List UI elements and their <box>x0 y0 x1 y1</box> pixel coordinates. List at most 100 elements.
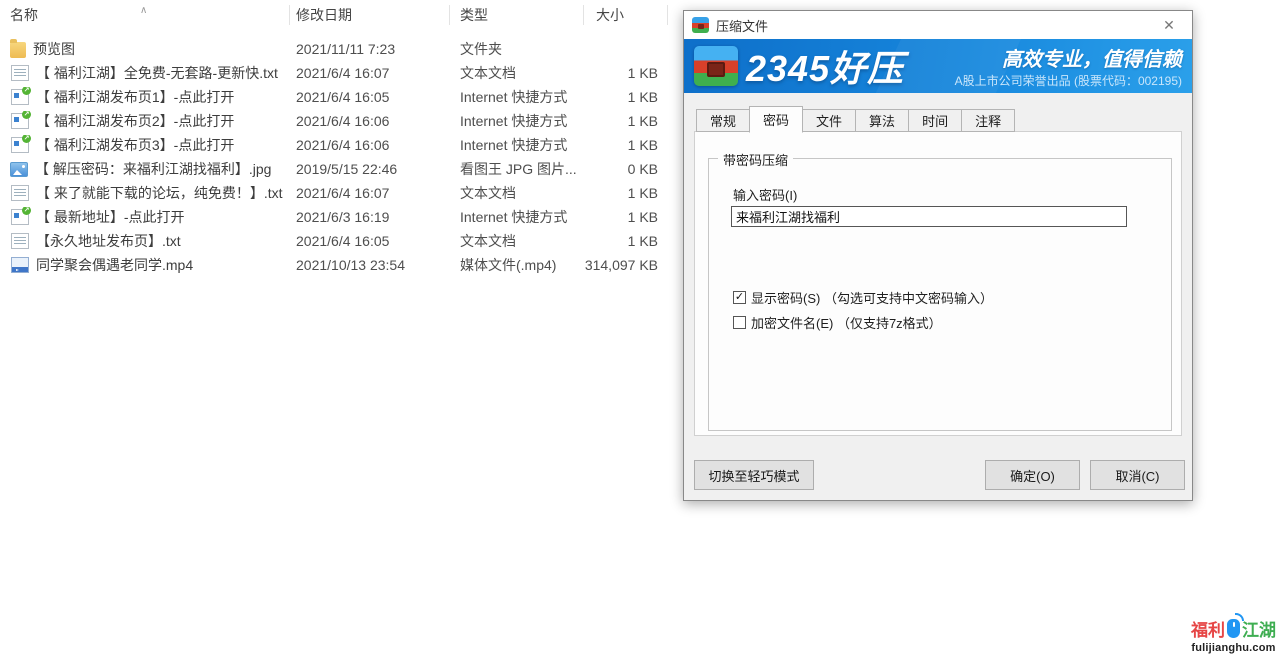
file-size: 1 KB <box>584 209 668 225</box>
password-tab-panel: 带密码压缩 输入密码(I) ✓显示密码(S) （勾选可支持中文密码输入） 加密文件… <box>694 131 1182 436</box>
url-shortcut-icon <box>11 137 29 153</box>
file-type: Internet 快捷方式 <box>450 111 584 131</box>
file-type: 看图王 JPG 图片... <box>450 159 584 179</box>
file-name: 【 福利江湖发布页3】-点此打开 <box>36 135 234 155</box>
file-size: 314,097 KB <box>584 257 668 273</box>
file-row[interactable]: 【永久地址发布页】.txt 2021/6/4 16:05文本文档1 KB <box>0 229 680 253</box>
banner-subtitle: A股上市公司荣誉出品 (股票代码：002195) <box>955 74 1182 88</box>
dialog-titlebar[interactable]: 压缩文件 ✕ <box>684 11 1192 39</box>
folder-icon <box>10 42 26 58</box>
compress-dialog: 压缩文件 ✕ 2345好压 高效专业，值得信赖 A股上市公司荣誉出品 (股票代码… <box>683 10 1193 501</box>
tab-password[interactable]: 密码 <box>749 106 803 133</box>
file-name: 【 福利江湖发布页1】-点此打开 <box>36 87 234 107</box>
url-shortcut-icon <box>11 113 29 129</box>
haozip-logo-icon <box>694 46 738 86</box>
file-date: 2021/6/4 16:07 <box>290 185 450 201</box>
file-row[interactable]: 【 福利江湖发布页3】-点此打开 2021/6/4 16:06Internet 快… <box>0 133 680 157</box>
column-header-type[interactable]: 类型 <box>450 5 584 25</box>
brand-name: 2345好压 <box>746 40 904 92</box>
file-date: 2019/5/15 22:46 <box>290 161 450 177</box>
file-rows: 预览图2021/11/11 7:23文件夹【 福利江湖】全免费-无套路-更新快.… <box>0 37 680 277</box>
url-shortcut-icon <box>11 209 29 225</box>
file-size: 1 KB <box>584 233 668 249</box>
file-row[interactable]: 【 福利江湖发布页1】-点此打开 2021/6/4 16:05Internet 快… <box>0 85 680 109</box>
site-domain: fulijianghu.com <box>1191 642 1276 654</box>
file-name: 【 福利江湖】全免费-无套路-更新快.txt <box>36 63 278 83</box>
file-date: 2021/6/4 16:05 <box>290 89 450 105</box>
column-header-size[interactable]: 大小 <box>584 5 668 25</box>
file-date: 2021/11/11 7:23 <box>290 41 450 57</box>
file-size: 1 KB <box>584 137 668 153</box>
password-input[interactable] <box>731 206 1127 227</box>
checkbox-group: ✓显示密码(S) （勾选可支持中文密码输入） 加密文件名(E) （仅支持7z格式） <box>733 285 993 335</box>
file-date: 2021/10/13 23:54 <box>290 257 450 273</box>
switch-lite-mode-button[interactable]: 切换至轻巧模式 <box>694 460 814 490</box>
file-size: 1 KB <box>584 185 668 201</box>
file-date: 2021/6/4 16:06 <box>290 137 450 153</box>
text-file-icon <box>11 185 29 201</box>
tab-algorithm[interactable]: 算法 <box>855 109 909 132</box>
file-row[interactable]: 【 解压密码：来福利江湖找福利】.jpg 2019/5/15 22:46看图王 J… <box>0 157 680 181</box>
file-size: 1 KB <box>584 113 668 129</box>
show-password-checkbox[interactable]: ✓显示密码(S) （勾选可支持中文密码输入） <box>733 285 993 310</box>
file-date: 2021/6/4 16:07 <box>290 65 450 81</box>
column-headers: 名称 ∧ 修改日期 类型 大小 <box>0 4 668 26</box>
file-name: 【 解压密码：来福利江湖找福利】.jpg <box>35 159 271 179</box>
file-type: Internet 快捷方式 <box>450 87 584 107</box>
file-size: 1 KB <box>584 65 668 81</box>
tab-time[interactable]: 时间 <box>908 109 962 132</box>
cancel-button[interactable]: 取消(C) <box>1090 460 1185 490</box>
desktop: 名称 ∧ 修改日期 类型 大小 预览图2021/11/11 7:23文件夹【 福… <box>0 0 1280 662</box>
encrypt-filenames-checkbox[interactable]: 加密文件名(E) （仅支持7z格式） <box>733 310 993 335</box>
tab-general[interactable]: 常规 <box>696 109 750 132</box>
file-name: 【永久地址发布页】.txt <box>36 231 181 251</box>
column-header-name-label: 名称 <box>10 7 38 23</box>
dialog-tabs: 常规密码文件算法时间注释 <box>696 105 1014 132</box>
file-row[interactable]: 预览图 2021/11/11 7:23文件夹 <box>0 37 680 61</box>
site-logo-title: 福利 江湖 <box>1191 616 1276 641</box>
haozip-app-icon <box>692 17 709 33</box>
tab-comment[interactable]: 注释 <box>961 109 1015 132</box>
file-type: Internet 快捷方式 <box>450 135 584 155</box>
file-row[interactable]: 【 来了就能下载的论坛，纯免费！】.txt2021/6/4 16:07文本文档1… <box>0 181 680 205</box>
site-logo: 福利 江湖 fulijianghu.com <box>1191 616 1276 654</box>
password-input-label: 输入密码(I) <box>733 185 797 204</box>
url-shortcut-icon <box>11 89 29 105</box>
password-groupbox-title: 带密码压缩 <box>718 150 793 169</box>
column-header-date[interactable]: 修改日期 <box>290 5 450 25</box>
column-header-name[interactable]: 名称 ∧ <box>10 5 290 25</box>
sort-ascending-icon: ∧ <box>140 1 147 21</box>
tab-files[interactable]: 文件 <box>802 109 856 132</box>
text-file-icon <box>11 65 29 81</box>
banner-slogan: 高效专业，值得信赖 <box>1002 49 1182 71</box>
password-groupbox: 带密码压缩 输入密码(I) ✓显示密码(S) （勾选可支持中文密码输入）加密文件… <box>708 158 1172 431</box>
file-type: 媒体文件(.mp4) <box>450 255 584 275</box>
ok-button[interactable]: 确定(O) <box>985 460 1080 490</box>
site-logo-right: 江湖 <box>1242 616 1276 641</box>
haozip-banner: 2345好压 高效专业，值得信赖 A股上市公司荣誉出品 (股票代码：002195… <box>684 39 1192 93</box>
file-name: 同学聚会偶遇老同学.mp4 <box>36 255 193 275</box>
file-row[interactable]: 同学聚会偶遇老同学.mp4 2021/10/13 23:54媒体文件(.mp4)3… <box>0 253 680 277</box>
file-type: Internet 快捷方式 <box>450 207 584 227</box>
file-size: 0 KB <box>584 161 668 177</box>
checkbox-label: 加密文件名(E) （仅支持7z格式） <box>751 313 942 332</box>
file-name: 【 最新地址】-点此打开 <box>36 207 185 227</box>
file-name: 【 福利江湖发布页2】-点此打开 <box>36 111 234 131</box>
file-name: 预览图 <box>33 39 75 59</box>
file-name: 【 来了就能下载的论坛，纯免费！】.txt <box>36 183 283 203</box>
file-type: 文本文档 <box>450 231 584 251</box>
file-date: 2021/6/4 16:05 <box>290 233 450 249</box>
close-icon[interactable]: ✕ <box>1154 17 1184 34</box>
file-type: 文本文档 <box>450 63 584 83</box>
file-date: 2021/6/3 16:19 <box>290 209 450 225</box>
mouse-icon <box>1227 619 1240 638</box>
file-size: 1 KB <box>584 89 668 105</box>
banner-text: 高效专业，值得信赖 A股上市公司荣誉出品 (股票代码：002195) <box>912 43 1182 90</box>
file-row[interactable]: 【 福利江湖发布页2】-点此打开2021/6/4 16:06Internet 快… <box>0 109 680 133</box>
file-row[interactable]: 【 最新地址】-点此打开 2021/6/3 16:19Internet 快捷方式1… <box>0 205 680 229</box>
site-logo-left: 福利 <box>1191 616 1225 641</box>
file-type: 文件夹 <box>450 39 584 59</box>
mp4-video-icon <box>11 257 29 273</box>
file-row[interactable]: 【 福利江湖】全免费-无套路-更新快.txt 2021/6/4 16:07文本文档… <box>0 61 680 85</box>
unchecked-checkbox-icon <box>733 316 746 329</box>
